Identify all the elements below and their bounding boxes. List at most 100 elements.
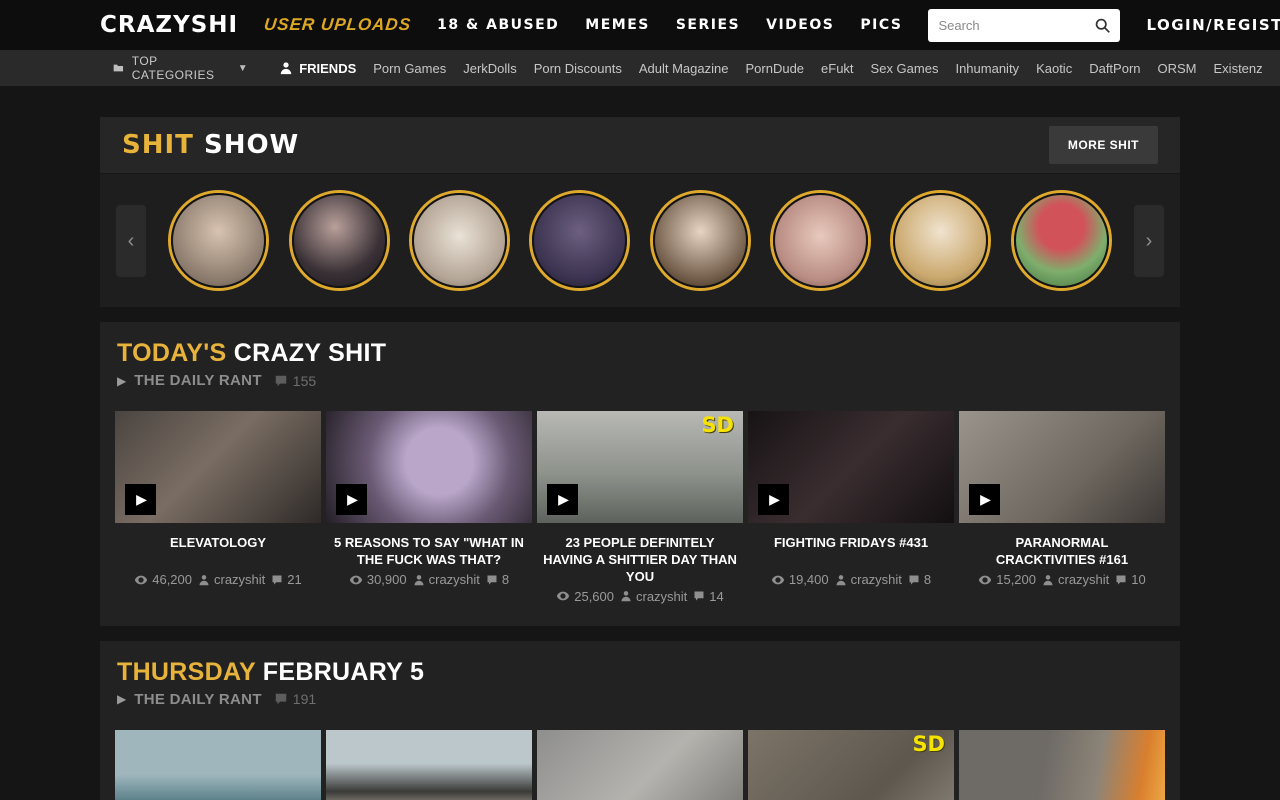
sublink-porn-discounts[interactable]: Porn Discounts (534, 61, 622, 76)
play-button[interactable]: ▶ (969, 484, 1000, 515)
carousel-prev-button[interactable]: ‹ (116, 205, 146, 277)
video-thumbnail[interactable]: ▶ (959, 411, 1165, 523)
sublink-daftporn[interactable]: DaftPorn (1089, 61, 1140, 76)
friends-link[interactable]: FRIENDS (279, 61, 356, 76)
video-card[interactable]: ▶ FIGHTING FRIDAYS #431 19,400 crazyshit… (748, 411, 954, 604)
video-title[interactable]: 5 REASONS TO SAY "WHAT IN THE FUCK WAS T… (326, 535, 532, 569)
play-button[interactable]: ▶ (547, 484, 578, 515)
comment-icon (271, 574, 283, 586)
video-card[interactable]: ▶ (959, 730, 1165, 800)
video-card[interactable]: SD ▶ 23 PEOPLE DEFINITELY HAVING A SHITT… (537, 411, 743, 604)
comment-count: 10 (1131, 572, 1145, 587)
shit-show-title: SHIT SHOW (122, 130, 299, 160)
chevron-down-icon: ▼ (238, 63, 248, 74)
daily-rant-link[interactable]: THE DAILY RANT (134, 691, 262, 708)
search-box (928, 9, 1120, 42)
video-card[interactable]: SD ▶ (748, 730, 954, 800)
author-name[interactable]: crazyshit (1058, 572, 1109, 587)
more-shit-button[interactable]: MORE SHIT (1049, 126, 1158, 164)
video-thumbnail[interactable]: ▶ (115, 411, 321, 523)
sublink-existenz[interactable]: Existenz (1214, 61, 1263, 76)
sublink-efukt[interactable]: eFukt (821, 61, 854, 76)
comment-count-value: 155 (293, 373, 316, 389)
video-card[interactable]: ▶ (326, 730, 532, 800)
login-register-button[interactable]: LOGIN/REGISTER (1146, 16, 1280, 34)
video-thumbnail[interactable]: SD ▶ (748, 730, 954, 800)
video-card[interactable]: ▶ ELEVATOLOGY 46,200 crazyshit 21 (115, 411, 321, 604)
author-name[interactable]: crazyshit (429, 572, 480, 587)
sd-quality-badge: SD (701, 413, 734, 437)
sublink-adult-magazine[interactable]: Adult Magazine (639, 61, 729, 76)
search-icon[interactable] (1094, 17, 1111, 34)
nav-item-videos[interactable]: VIDEOS (766, 17, 834, 33)
daily-rant-link[interactable]: THE DAILY RANT (134, 372, 262, 389)
carousel-avatar[interactable] (171, 193, 266, 288)
author-name[interactable]: crazyshit (851, 572, 902, 587)
folder-icon (113, 61, 124, 75)
video-thumbnail[interactable]: ▶ (537, 730, 743, 800)
author-name[interactable]: crazyshit (636, 589, 687, 604)
carousel-next-button[interactable]: › (1134, 205, 1164, 277)
eye-icon (556, 589, 570, 603)
top-categories-label: TOP CATEGORIES (132, 54, 218, 82)
play-button[interactable]: ▶ (125, 484, 156, 515)
video-card[interactable]: ▶ 5 REASONS TO SAY "WHAT IN THE FUCK WAS… (326, 411, 532, 604)
video-card[interactable]: ▶ (537, 730, 743, 800)
video-stats: 15,200 crazyshit 10 (959, 572, 1165, 587)
top-categories-dropdown[interactable]: TOP CATEGORIES ▼ (113, 54, 248, 82)
carousel-avatar[interactable] (773, 193, 868, 288)
video-thumbnail[interactable]: ▶ (115, 730, 321, 800)
section-title: THURSDAY FEBRUARY 5 (115, 658, 1165, 687)
play-button[interactable]: ▶ (758, 484, 789, 515)
video-title[interactable]: ELEVATOLOGY (115, 535, 321, 569)
video-card[interactable]: ▶ PARANORMAL CRACKTIVITIES #161 15,200 c… (959, 411, 1165, 604)
carousel-avatar[interactable] (1014, 193, 1109, 288)
video-title[interactable]: 23 PEOPLE DEFINITELY HAVING A SHITTIER D… (537, 535, 743, 586)
secondary-navbar: TOP CATEGORIES ▼ FRIENDS Porn Games Jerk… (0, 50, 1280, 86)
video-stats: 25,600 crazyshit 14 (537, 589, 743, 604)
sublink-kaotic[interactable]: Kaotic (1036, 61, 1072, 76)
user-icon (279, 61, 293, 75)
view-count: 15,200 (996, 572, 1036, 587)
sublink-orsm[interactable]: ORSM (1158, 61, 1197, 76)
sublink-inhumanity[interactable]: Inhumanity (955, 61, 1019, 76)
comment-count: 21 (287, 572, 301, 587)
search-input[interactable] (928, 9, 1120, 42)
sublink-porn-games[interactable]: Porn Games (373, 61, 446, 76)
shit-show-title-rest: SHOW (204, 130, 299, 160)
play-button[interactable]: ▶ (336, 484, 367, 515)
todays-crazy-shit-section: TODAY'S CRAZY SHIT ▶ THE DAILY RANT 155 … (100, 322, 1180, 626)
carousel-avatar[interactable] (532, 193, 627, 288)
video-title[interactable]: PARANORMAL CRACKTIVITIES #161 (959, 535, 1165, 569)
author-name[interactable]: crazyshit (214, 572, 265, 587)
site-tagline: USER UPLOADS (263, 15, 412, 35)
nav-item-pics[interactable]: PICS (860, 17, 902, 33)
carousel-avatar[interactable] (412, 193, 507, 288)
sublink-sex-games[interactable]: Sex Games (871, 61, 939, 76)
video-thumbnail[interactable]: ▶ (326, 411, 532, 523)
user-icon (835, 574, 847, 586)
nav-item-memes[interactable]: MEMES (585, 17, 650, 33)
video-card[interactable]: ▶ (115, 730, 321, 800)
video-thumbnail[interactable]: ▶ (959, 730, 1165, 800)
sublink-jerkdolls[interactable]: JerkDolls (463, 61, 516, 76)
comment-count: 14 (709, 589, 723, 604)
carousel-avatar[interactable] (653, 193, 748, 288)
site-logo[interactable]: CRAZYSHI (100, 12, 238, 38)
daily-rant-row: ▶ THE DAILY RANT 191 (115, 691, 1165, 708)
play-triangle-icon: ▶ (117, 692, 126, 706)
sublink-porndude[interactable]: PornDude (745, 61, 804, 76)
nav-item-18-abused[interactable]: 18 & ABUSED (437, 17, 559, 33)
video-thumbnail[interactable]: SD ▶ (537, 411, 743, 523)
comment-icon (1115, 574, 1127, 586)
video-card-grid: ▶ ▶ ▶ SD ▶ ▶ (115, 730, 1165, 800)
daily-rant-comment-count: 191 (274, 691, 316, 707)
video-thumbnail[interactable]: ▶ (748, 411, 954, 523)
video-thumbnail[interactable]: ▶ (326, 730, 532, 800)
section-title: TODAY'S CRAZY SHIT (115, 339, 1165, 368)
carousel-avatar[interactable] (292, 193, 387, 288)
nav-item-series[interactable]: SERIES (676, 17, 740, 33)
shit-show-section: SHIT SHOW MORE SHIT ‹ › (100, 117, 1180, 307)
carousel-avatar[interactable] (893, 193, 988, 288)
video-title[interactable]: FIGHTING FRIDAYS #431 (748, 535, 954, 569)
